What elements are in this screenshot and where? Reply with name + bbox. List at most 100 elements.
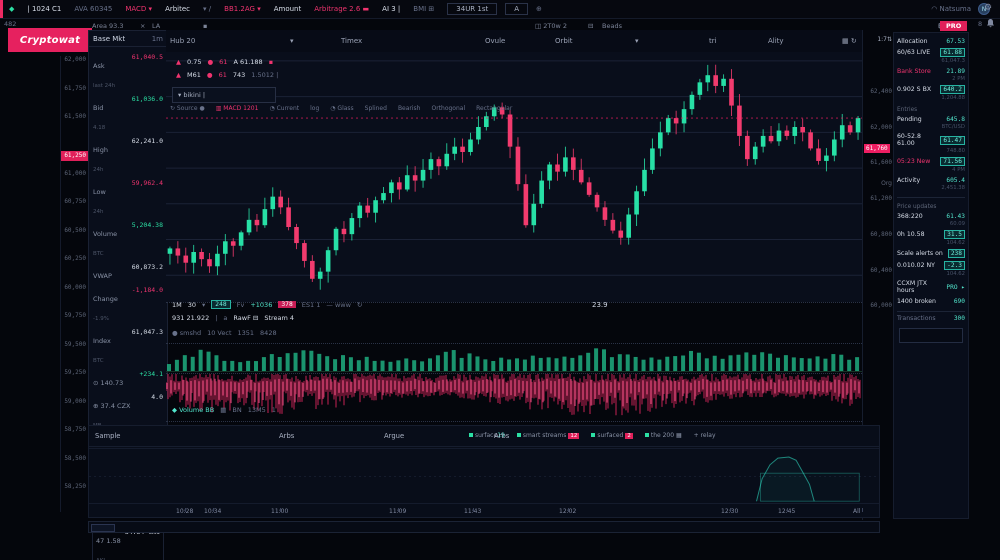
candle-body[interactable] [753, 147, 758, 160]
candle-body[interactable] [215, 254, 220, 266]
candle-body[interactable] [278, 197, 283, 208]
ladder-price[interactable]: 60,000 [61, 284, 88, 313]
candle-body[interactable] [516, 147, 521, 185]
sidebar-row[interactable]: Scale alerts on238 [897, 249, 965, 258]
username-label[interactable]: ◠ Natsuma [931, 5, 971, 13]
chart-header-item[interactable]: ▦ ↻ [842, 37, 857, 45]
chart-header-item[interactable]: Timex [341, 37, 362, 45]
ladder-price[interactable]: 59,000 [61, 398, 88, 427]
chart-header-item[interactable]: Ality [768, 37, 784, 45]
top-menu-item[interactable]: Amount [274, 5, 302, 13]
sidebar-row[interactable]: 1400 broken690 [897, 298, 965, 305]
candle-body[interactable] [452, 147, 457, 154]
chart-tool[interactable]: ↻ Source ● [170, 105, 205, 112]
sidebar-row[interactable]: Bank Store21.89 [897, 68, 965, 75]
candle-body[interactable] [397, 182, 402, 189]
market-stat-row[interactable]: Change-1.9%-1,184.0 [93, 286, 163, 324]
candle-body[interactable] [761, 136, 766, 147]
ladder-price[interactable]: 59,250 [61, 369, 88, 398]
sidebar-row[interactable]: Allocation67.53 [897, 38, 965, 45]
candle-body[interactable] [603, 207, 608, 220]
candle-body[interactable] [263, 209, 268, 225]
candle-body[interactable] [389, 182, 394, 193]
chart-tool[interactable]: Orthogonal [431, 105, 465, 112]
candle-body[interactable] [437, 159, 442, 166]
candle-body[interactable] [350, 218, 355, 234]
sidebar-row[interactable]: 368:22061.43 [897, 213, 965, 220]
bottom-tab[interactable]: Arbs [279, 432, 294, 440]
candle-body[interactable] [468, 140, 473, 153]
candle-body[interactable] [729, 79, 734, 106]
candle-body[interactable] [634, 191, 639, 214]
sidebar-row[interactable]: Activity605.4 [897, 177, 965, 184]
plus-icon[interactable]: ⊕ [536, 5, 542, 13]
candle-body[interactable] [832, 140, 837, 156]
app-logo[interactable]: Cryptowat [8, 28, 92, 52]
candle-body[interactable] [270, 197, 275, 210]
candle-body[interactable] [547, 165, 552, 181]
bottom-tab[interactable]: Sample [95, 432, 121, 440]
chart-tool[interactable]: ▥ MACD 1201 [216, 105, 259, 112]
chart-header-item[interactable]: Orbit [555, 37, 573, 45]
candle-body[interactable] [168, 248, 173, 253]
market-stat-row[interactable]: Low24h59,962.4 [93, 179, 163, 217]
candle-body[interactable] [318, 272, 323, 279]
sidebar-row[interactable]: 0h 10.5831.5 [897, 230, 965, 239]
candle-body[interactable] [666, 118, 671, 132]
sidebar-row[interactable]: 05:23 New71.56 [897, 157, 965, 166]
chart-scrollbar[interactable] [88, 521, 880, 533]
sidebar-row[interactable]: 0.902 S BX640.2 [897, 85, 965, 94]
candle-body[interactable] [231, 241, 236, 245]
candle-body[interactable] [642, 170, 647, 191]
candle-body[interactable] [611, 220, 616, 231]
bottom-tab[interactable]: Arbs [494, 432, 509, 440]
bell-icon[interactable] [987, 19, 994, 30]
sidebar-row[interactable]: CCXM JTX hoursPRO ▸ [897, 280, 965, 294]
candle-body[interactable] [199, 252, 204, 259]
candle-body[interactable] [365, 206, 370, 213]
candle-body[interactable] [658, 132, 663, 148]
candle-body[interactable] [508, 115, 513, 147]
candle-body[interactable] [745, 136, 750, 159]
chart-header-item[interactable]: Hub 20 [170, 37, 195, 45]
candle-body[interactable] [674, 118, 679, 123]
market-stat-row[interactable]: High24h62,241.0 [93, 137, 163, 175]
candle-body[interactable] [444, 154, 449, 167]
chart-tool[interactable]: Bearish [398, 105, 421, 112]
top-menu-box[interactable]: 34UR 1st [447, 3, 497, 15]
chart-tool[interactable]: Rectangular [476, 105, 512, 112]
candle-body[interactable] [405, 175, 410, 189]
top-menu-item[interactable]: BMI ⊞ [413, 5, 434, 13]
top-menu-item[interactable]: ▾ / [203, 5, 211, 13]
candle-body[interactable] [176, 248, 181, 255]
ladder-price[interactable]: 60,250 [61, 255, 88, 284]
candle-body[interactable] [342, 229, 347, 234]
candle-body[interactable] [476, 127, 481, 140]
candle-body[interactable] [618, 231, 623, 238]
candle-body[interactable] [555, 165, 560, 172]
candle-body[interactable] [690, 95, 695, 109]
ladder-price[interactable]: 60,500 [61, 227, 88, 256]
candle-body[interactable] [856, 118, 861, 132]
sidebar-row[interactable]: Pending645.8 [897, 116, 965, 123]
ladder-price[interactable]: 59,750 [61, 312, 88, 341]
candle-body[interactable] [816, 148, 821, 161]
bottom-tab[interactable]: Argue [384, 432, 404, 440]
candle-body[interactable] [563, 157, 568, 171]
chart-header-item[interactable]: Ovule [485, 37, 505, 45]
market-stat-row[interactable]: Asklast 24h61,040.5 [93, 53, 163, 91]
candle-body[interactable] [737, 106, 742, 136]
sidebar-input[interactable] [899, 328, 963, 343]
candle-body[interactable] [286, 207, 291, 227]
ladder-price[interactable]: 59,500 [61, 341, 88, 370]
market-stat-row[interactable]: ⊙ 140.73+234.1 [93, 370, 163, 389]
scrollbar-thumb[interactable] [91, 524, 115, 532]
candle-body[interactable] [792, 127, 797, 136]
chart-header-item[interactable]: tri [709, 37, 717, 45]
top-menu-item[interactable]: BB1.2AG ▾ [224, 5, 261, 13]
chart-header-item[interactable]: ▾ [290, 37, 294, 45]
bottom-legend-chip[interactable]: smart streams12 [517, 432, 580, 439]
top-menu-item[interactable]: AI 3 | [382, 5, 400, 13]
candle-body[interactable] [721, 79, 726, 86]
scale-ratio-label[interactable]: 1:7⇅ [877, 36, 892, 43]
